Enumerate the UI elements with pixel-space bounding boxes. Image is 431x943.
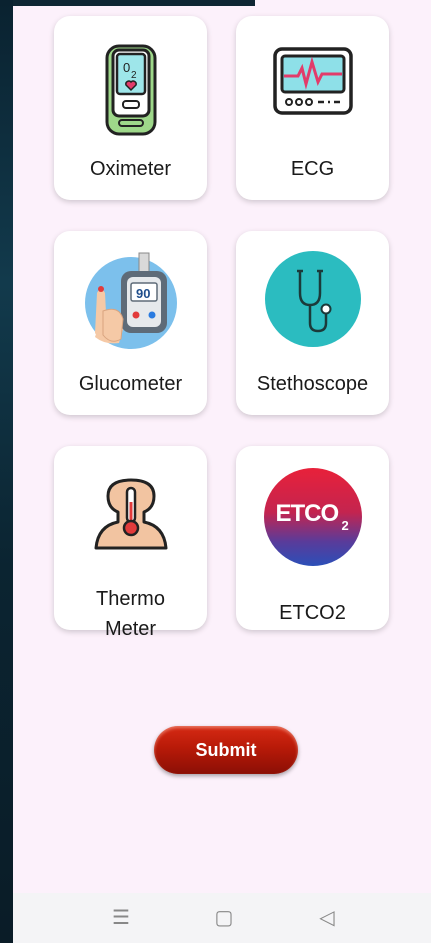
card-label-line1: Thermo bbox=[96, 588, 165, 610]
stethoscope-icon bbox=[264, 251, 361, 347]
menu-icon[interactable]: ☰ bbox=[108, 905, 134, 931]
etco2-card[interactable]: ETCO 2 ETCO2 bbox=[236, 446, 389, 630]
back-icon[interactable]: ◁ bbox=[314, 905, 340, 931]
card-label: Glucometer bbox=[78, 373, 183, 395]
svg-text:90: 90 bbox=[136, 286, 150, 301]
etco2-badge-text: ETCO bbox=[275, 500, 340, 527]
etco2-icon: ETCO 2 bbox=[263, 468, 362, 566]
submit-button[interactable]: Submit bbox=[154, 726, 298, 774]
thermometer-card[interactable]: Thermo Meter bbox=[54, 446, 207, 640]
svg-text:0: 0 bbox=[123, 60, 130, 75]
glucometer-icon: 90 bbox=[84, 252, 177, 349]
stethoscope-card[interactable]: Stethoscope bbox=[236, 231, 389, 415]
card-label: Stethoscope bbox=[256, 373, 369, 395]
card-label-line2: Meter bbox=[104, 618, 157, 640]
card-label: ECG bbox=[290, 158, 335, 180]
oximeter-icon: 0 2 bbox=[105, 44, 156, 136]
oximeter-card[interactable]: 0 2 Oximeter bbox=[54, 16, 207, 200]
etco2-badge-sub: 2 bbox=[341, 518, 349, 533]
device-selection-screen: 0 2 Oximeter ECG 90 Glucometer Stethosco… bbox=[13, 6, 431, 893]
home-icon[interactable]: ▢ bbox=[211, 905, 237, 931]
glucometer-card[interactable]: 90 Glucometer bbox=[54, 231, 207, 415]
ecg-card[interactable]: ECG bbox=[236, 16, 389, 200]
svg-text:2: 2 bbox=[131, 70, 137, 81]
thermometer-icon bbox=[94, 478, 167, 550]
card-label: ETCO2 bbox=[279, 602, 346, 624]
card-label: Oximeter bbox=[89, 158, 172, 180]
background-strip bbox=[0, 0, 13, 943]
ecg-monitor-icon bbox=[272, 47, 353, 115]
system-navigation-bar: ☰ ▢ ◁ bbox=[13, 893, 431, 943]
